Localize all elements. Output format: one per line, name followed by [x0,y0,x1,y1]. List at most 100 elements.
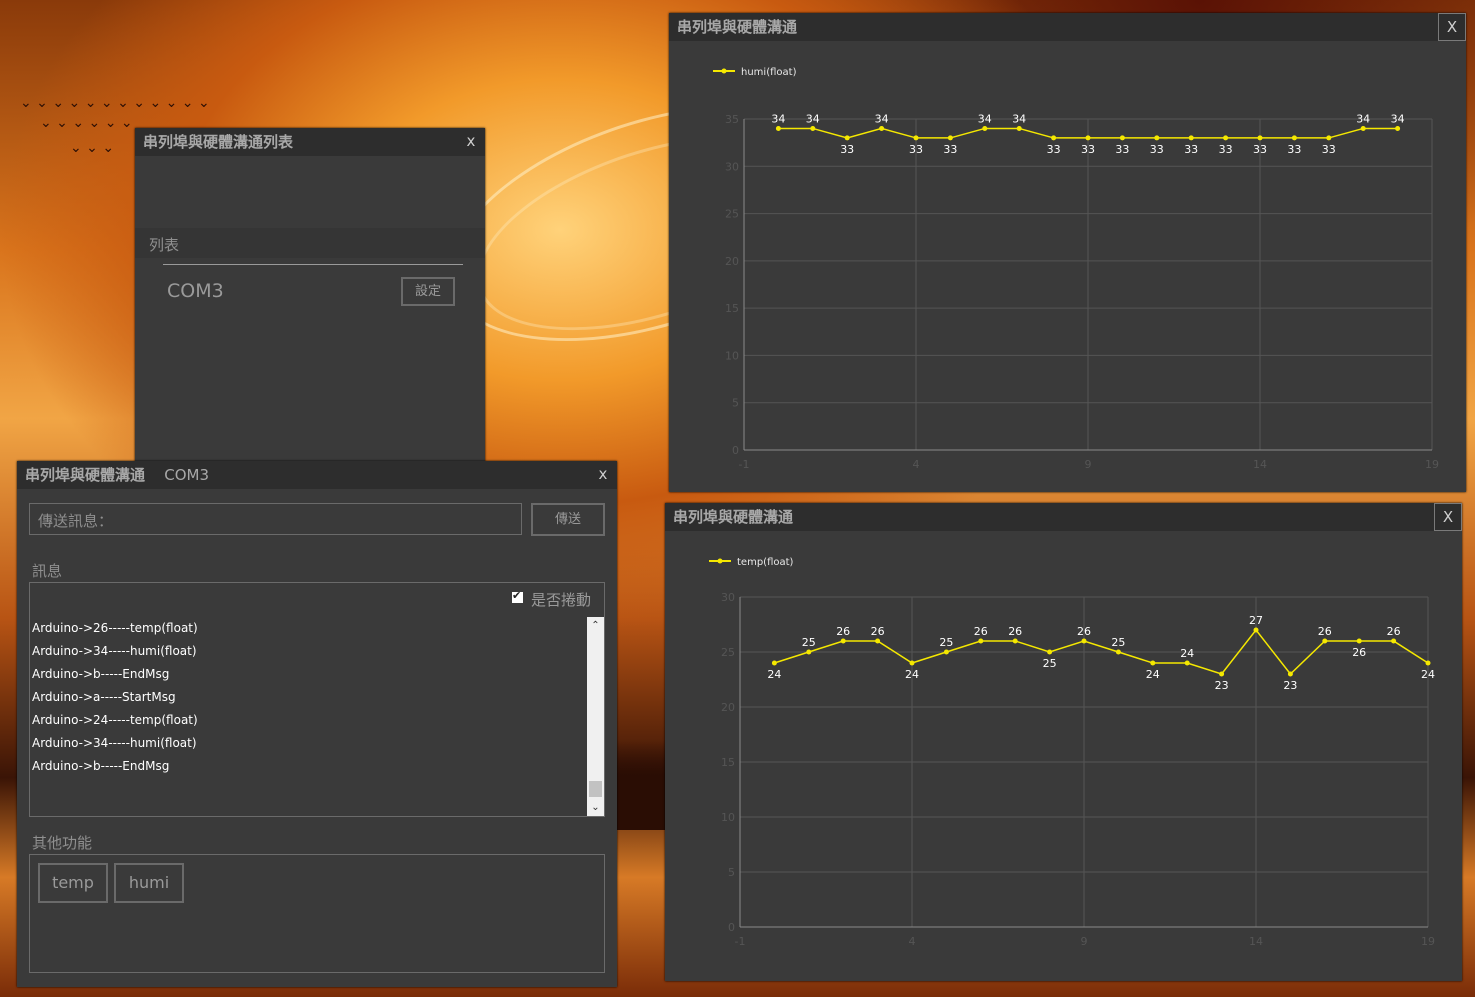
data-point [875,638,881,644]
data-label: 23 [1215,679,1229,692]
data-point [1395,125,1401,131]
x-tick-label: 4 [909,935,916,948]
data-label: 24 [1421,668,1435,681]
data-label: 34 [978,112,992,125]
close-button[interactable]: X [1438,13,1466,41]
data-point [844,135,850,141]
scroll-down-icon[interactable]: ⌄ [587,799,604,816]
y-tick-label: 5 [728,866,735,879]
data-point [943,649,949,655]
autoscroll-checkbox[interactable]: ✔ [512,589,523,603]
window-title: 串列埠與硬體溝通列表 [135,128,485,156]
y-tick-label: 10 [725,349,739,362]
autoscroll-label: 是否捲動 [531,591,592,609]
x-tick-label: 19 [1421,935,1435,948]
message-line: Arduino->34-----humi(float) [32,644,197,658]
send-message-input[interactable]: 傳送訊息： [29,503,522,535]
data-label: 33 [1115,143,1129,156]
data-label: 33 [909,143,923,156]
close-button[interactable]: X [1434,503,1462,531]
y-tick-label: 25 [725,208,739,221]
y-tick-label: 0 [732,444,739,457]
data-point [1047,649,1053,655]
data-point [1012,638,1018,644]
data-point [1085,135,1091,141]
data-label: 33 [1253,143,1267,156]
humi-button[interactable]: humi [114,863,184,903]
data-label: 34 [806,112,820,125]
y-tick-label: 35 [725,113,739,126]
x-tick-label: 9 [1085,458,1092,471]
check-icon: ✔ [512,589,522,602]
x-tick-label: -1 [735,935,746,948]
messages-panel: ✔ 是否捲動 Arduino->26-----temp(float) Ardui… [29,582,605,817]
y-tick-label: 30 [721,591,735,604]
message-scrollbar[interactable]: ⌃ ⌄ [587,617,604,816]
temp-line-chart: temp(float) 0 5 10 15 20 25 30 -1 4 9 14 19 24 25 26 26 2… [709,557,1435,948]
data-label: 26 [1387,625,1401,638]
data-label: 24 [767,668,781,681]
data-point [1150,660,1156,666]
data-label: 26 [1318,625,1332,638]
close-button[interactable]: x [589,461,617,489]
data-label: 26 [1077,625,1091,638]
data-point [840,638,846,644]
message-line: Arduino->b-----EndMsg [32,667,170,681]
window-title: 串列埠與硬體溝通 [665,503,1462,531]
data-label: 33 [1287,143,1301,156]
list-section-label: 列表 [149,236,180,254]
data-point [1016,125,1022,131]
port-name: COM3 [167,280,224,302]
data-point [771,660,777,666]
data-point [775,125,781,131]
data-point [1188,135,1194,141]
comm-window: 串列埠與硬體溝通 COM3 x 傳送訊息： 傳送 訊息 ✔ 是否捲動 Ardui… [17,461,617,987]
data-point [1425,660,1431,666]
title-text: 串列埠與硬體溝通列表 [143,133,294,151]
humi-chart-window: 串列埠與硬體溝通 X humi(float) 0 5 10 15 20 25 30 35 -1 4 9… [669,13,1466,492]
y-tick-label: 5 [732,397,739,410]
data-point [1081,638,1087,644]
temp-button[interactable]: temp [38,863,108,903]
y-tick-label: 20 [721,701,735,714]
port-list-window: 串列埠與硬體溝通列表 x 列表 COM3 設定 [135,128,485,464]
data-point [1291,135,1297,141]
scroll-thumb[interactable] [589,781,602,797]
settings-button[interactable]: 設定 [401,277,455,306]
divider [163,264,463,265]
message-line: Arduino->26-----temp(float) [32,621,198,635]
window-title: 串列埠與硬體溝通 [669,13,1466,41]
send-button[interactable]: 傳送 [531,503,605,536]
data-point [810,125,816,131]
data-point [806,649,812,655]
messages-label: 訊息 [32,562,63,580]
message-list: Arduino->26-----temp(float) Arduino->34-… [30,617,586,815]
data-label: 33 [943,143,957,156]
data-label: 34 [875,112,889,125]
data-point [978,638,984,644]
data-label: 23 [1283,679,1297,692]
scroll-up-icon[interactable]: ⌃ [587,617,604,634]
message-line: Arduino->34-----humi(float) [32,736,197,750]
y-tick-label: 30 [725,160,739,173]
x-tick-label: 9 [1081,935,1088,948]
y-tick-label: 15 [725,302,739,315]
data-point [909,660,915,666]
data-label: 26 [871,625,885,638]
birds-decoration: ⌄ ⌄ ⌄ ⌄ ⌄ ⌄ [40,115,133,131]
data-label: 34 [1391,112,1405,125]
data-label: 34 [1356,112,1370,125]
data-point [1219,671,1225,677]
port-label: COM3 [164,466,210,484]
x-tick-label: 19 [1425,458,1439,471]
data-point [1322,638,1328,644]
x-tick-label: -1 [739,458,750,471]
send-placeholder: 傳送訊息： [38,512,114,530]
data-label: 24 [905,668,919,681]
close-button[interactable]: x [457,128,485,156]
birds-decoration: ⌄ ⌄ ⌄ ⌄ ⌄ ⌄ ⌄ ⌄ ⌄ ⌄ ⌄ ⌄ [20,95,210,111]
title-text: 串列埠與硬體溝通 [673,508,794,526]
data-label: 25 [1111,636,1125,649]
data-point [982,125,988,131]
legend-marker [717,558,723,564]
